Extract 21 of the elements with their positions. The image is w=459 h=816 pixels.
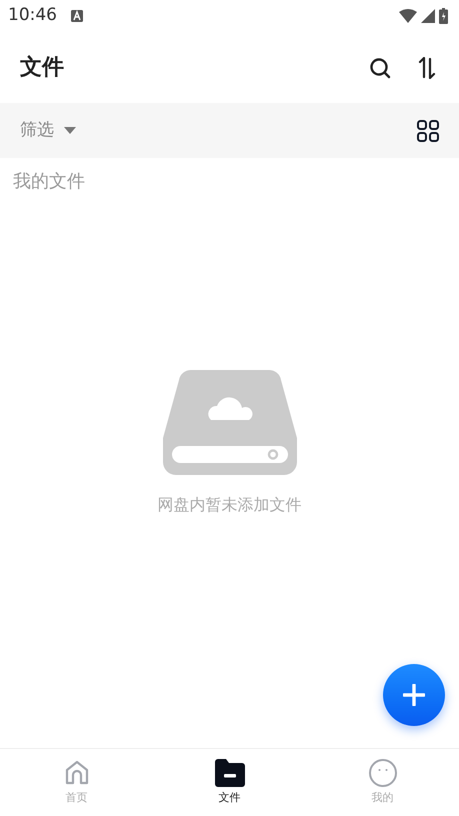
folder-icon — [214, 758, 246, 788]
face-icon — [368, 758, 398, 788]
search-icon[interactable] — [369, 56, 391, 78]
grid-view-icon[interactable] — [417, 120, 439, 142]
caret-icon — [64, 127, 76, 134]
empty-message: 网盘内暂未添加文件 — [158, 494, 302, 516]
wifi-icon — [399, 9, 417, 23]
filter-dropdown[interactable]: 筛选 — [20, 118, 76, 144]
add-button[interactable] — [383, 664, 445, 726]
battery-icon — [439, 8, 448, 24]
signal-icon — [421, 9, 435, 23]
breadcrumb: 我的文件 — [12, 170, 86, 194]
status-time: 10:46 — [8, 4, 57, 28]
plus-icon — [403, 684, 425, 706]
nav-tab[interactable]: 我的 — [306, 749, 459, 816]
sort-icon[interactable] — [417, 56, 437, 78]
cloud-drive-icon — [162, 370, 296, 475]
notification-icon — [71, 10, 83, 22]
nav-tab[interactable]: 文件 — [153, 749, 306, 816]
nav-tab[interactable]: 首页 — [0, 749, 153, 816]
page-title: 文件 — [20, 54, 64, 82]
